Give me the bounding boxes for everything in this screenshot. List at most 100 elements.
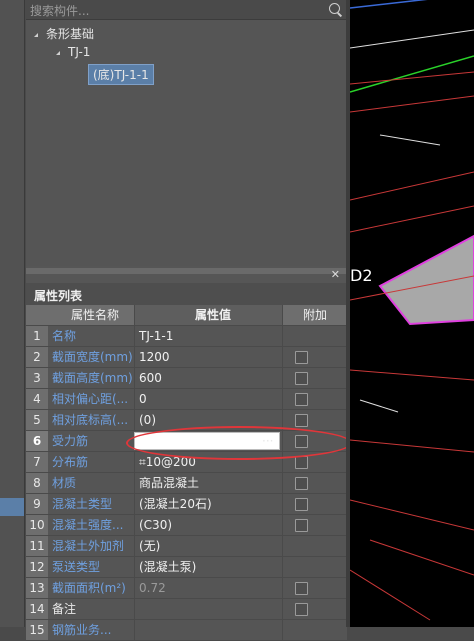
extra-cell xyxy=(282,620,347,640)
extra-cell xyxy=(282,326,347,346)
property-name: 截面高度(mm) xyxy=(48,368,138,388)
table-row[interactable]: 1 名称 TJ-1-1 xyxy=(26,326,347,347)
property-value[interactable]: (混凝土泵) xyxy=(134,557,287,577)
header-extra: 附加 xyxy=(282,305,347,325)
extra-cell xyxy=(282,599,347,619)
table-row[interactable]: 11 混凝土外加剂 (无) xyxy=(26,536,347,557)
search-bar[interactable]: 搜索构件... xyxy=(26,0,346,20)
extra-cell xyxy=(282,347,347,367)
table-row[interactable]: 3 截面高度(mm) 600 xyxy=(26,368,347,389)
property-name: 截面面积(m²) xyxy=(48,578,138,598)
property-name: 名称 xyxy=(48,326,138,346)
header-index xyxy=(26,305,48,325)
header-value: 属性值 xyxy=(134,305,287,325)
search-input[interactable]: 搜索构件... xyxy=(30,2,89,19)
property-name: 混凝土强度... xyxy=(48,515,138,535)
table-row[interactable]: 15 钢筋业务... xyxy=(26,620,347,641)
row-index: 6 xyxy=(26,431,48,451)
extra-checkbox[interactable] xyxy=(295,414,308,427)
table-row[interactable]: 13 截面面积(m²) 0.72 xyxy=(26,578,347,599)
property-name: 截面宽度(mm) xyxy=(48,347,138,367)
expand-triangle-icon[interactable] xyxy=(34,32,38,37)
axis-label: D2 xyxy=(350,266,373,285)
table-row[interactable]: 12 泵送类型 (混凝土泵) xyxy=(26,557,347,578)
row-index: 5 xyxy=(26,410,48,430)
property-value[interactable]: (C30) xyxy=(134,515,287,535)
scene-drawing xyxy=(350,0,474,621)
property-value[interactable]: (无) xyxy=(134,536,287,556)
foundation-slab[interactable] xyxy=(378,234,474,326)
property-name: 分布筋 xyxy=(48,452,138,472)
tree-node-tj1-1[interactable]: (底)TJ-1-1 xyxy=(88,64,154,85)
extra-checkbox[interactable] xyxy=(295,477,308,490)
property-value[interactable] xyxy=(134,599,287,619)
property-list-title: 属性列表 xyxy=(34,289,83,303)
table-header: 属性名称 属性值 附加 xyxy=(26,305,347,326)
property-name: 受力筋 xyxy=(48,431,138,451)
property-value[interactable]: 0.72 xyxy=(134,578,287,598)
red-line xyxy=(350,95,474,113)
extra-cell xyxy=(282,578,347,598)
property-name: 相对底标高(... xyxy=(48,410,138,430)
property-value[interactable]: 商品混凝土 xyxy=(134,473,287,493)
row-index: 12 xyxy=(26,557,48,577)
white-line xyxy=(359,399,399,413)
property-name: 泵送类型 xyxy=(48,557,138,577)
row-index: 11 xyxy=(26,536,48,556)
extra-checkbox[interactable] xyxy=(295,519,308,532)
row-index: 4 xyxy=(26,389,48,409)
tree-node-root[interactable]: 条形基础 xyxy=(34,25,94,42)
component-tree: 条形基础 TJ-1 (底)TJ-1-1 xyxy=(26,20,346,266)
highlight-annotation xyxy=(126,426,352,460)
table-row[interactable]: 9 混凝土类型 (混凝土20石) xyxy=(26,494,347,515)
white-line xyxy=(350,29,474,49)
property-name: 混凝土外加剂 xyxy=(48,536,138,556)
row-index: 13 xyxy=(26,578,48,598)
expand-triangle-icon[interactable] xyxy=(56,50,60,55)
property-name: 混凝土类型 xyxy=(48,494,138,514)
property-value[interactable]: 1200 xyxy=(134,347,287,367)
row-index: 7 xyxy=(26,452,48,472)
table-row[interactable]: 10 混凝土强度... (C30) xyxy=(26,515,347,536)
close-icon[interactable]: ✕ xyxy=(331,269,340,280)
table-row[interactable]: 8 材质 商品混凝土 xyxy=(26,473,347,494)
extra-checkbox[interactable] xyxy=(295,456,308,469)
extra-cell xyxy=(282,515,347,535)
search-icon[interactable] xyxy=(329,3,340,14)
extra-checkbox[interactable] xyxy=(295,603,308,616)
row-index: 3 xyxy=(26,368,48,388)
property-value[interactable]: TJ-1-1 xyxy=(134,326,287,346)
property-name: 钢筋业务... xyxy=(48,620,138,640)
property-value[interactable]: 0 xyxy=(134,389,287,409)
property-value[interactable]: (混凝土20石) xyxy=(134,494,287,514)
blue-line xyxy=(350,0,428,9)
red-line xyxy=(350,171,474,201)
extra-checkbox[interactable] xyxy=(295,393,308,406)
extra-cell xyxy=(282,494,347,514)
property-list-title-bar: 属性列表 xyxy=(26,283,346,305)
red-line xyxy=(350,499,474,531)
table-row[interactable]: 2 截面宽度(mm) 1200 xyxy=(26,347,347,368)
property-name: 相对偏心距(... xyxy=(48,389,138,409)
extra-checkbox[interactable] xyxy=(295,498,308,511)
extra-checkbox[interactable] xyxy=(295,582,308,595)
3d-viewport[interactable] xyxy=(350,0,474,627)
table-row[interactable]: 4 相对偏心距(... 0 xyxy=(26,389,347,410)
extra-cell xyxy=(282,368,347,388)
table-row[interactable]: 14 备注 xyxy=(26,599,347,620)
red-line xyxy=(350,205,474,233)
header-name: 属性名称 xyxy=(48,305,138,325)
extra-checkbox[interactable] xyxy=(295,351,308,364)
extra-checkbox[interactable] xyxy=(295,372,308,385)
panel-splitter[interactable] xyxy=(26,268,346,274)
row-index: 14 xyxy=(26,599,48,619)
row-index: 15 xyxy=(26,620,48,640)
white-line xyxy=(379,134,441,146)
row-index: 1 xyxy=(26,326,48,346)
property-value[interactable]: 600 xyxy=(134,368,287,388)
component-panel: 搜索构件... 条形基础 TJ-1 (底)TJ-1-1 ✕ 属性列表 属性名称 … xyxy=(26,0,352,641)
red-line xyxy=(369,539,474,576)
property-value[interactable] xyxy=(134,620,287,640)
tree-node-tj1[interactable]: TJ-1 xyxy=(56,45,90,59)
left-strip-selected-item[interactable] xyxy=(0,498,24,516)
